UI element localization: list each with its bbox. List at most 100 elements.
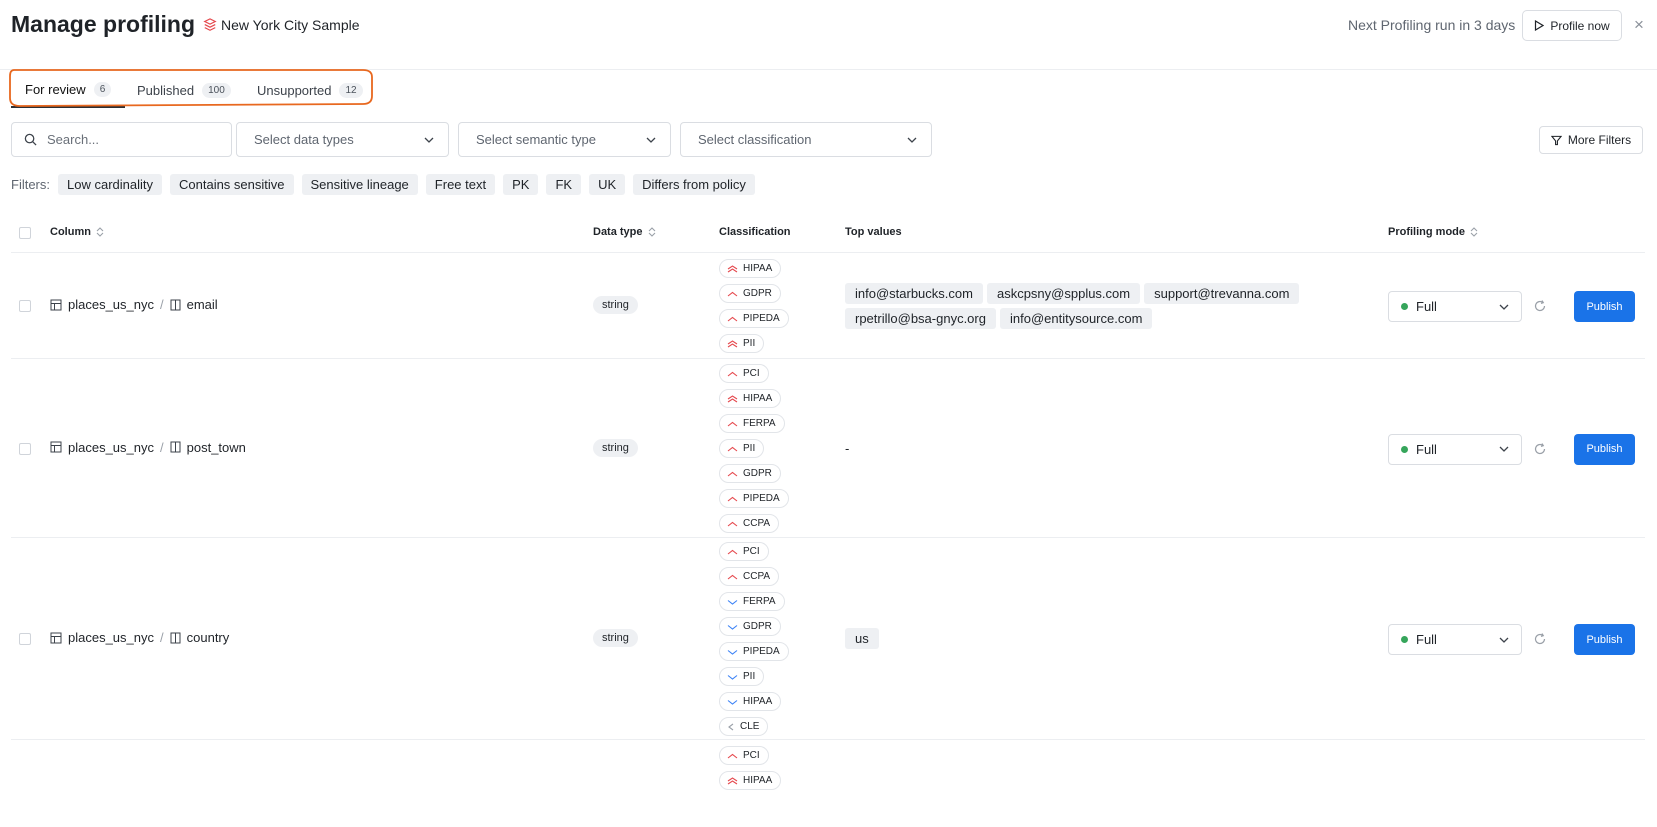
filter-chip-fk[interactable]: FK	[546, 173, 582, 195]
filter-chip-uk[interactable]: UK	[589, 173, 626, 195]
classification-tag[interactable]: GDPR	[719, 617, 781, 636]
profiling-mode-value: Full	[1416, 441, 1437, 457]
status-dot	[1401, 445, 1408, 453]
select-data-types[interactable]: Select data types	[236, 122, 449, 157]
sensitivity-level-icon	[727, 421, 738, 427]
filter-toolbar: Select data types Select semantic type S…	[0, 122, 1657, 158]
classification-tag[interactable]: PII	[719, 334, 765, 353]
top-values-list: info@starbucks.com askcpsny@spplus.com sup…	[845, 283, 1305, 329]
classification-label: CLE	[740, 721, 760, 732]
top-value-chip: support@trevanna.com	[1144, 283, 1300, 304]
classification-list: PCI CCPA FERPA GDPR PIPEDA PII HIPAA CLE	[719, 542, 789, 736]
classification-tag[interactable]: PIPEDA	[719, 309, 789, 328]
refresh-icon[interactable]	[1533, 632, 1549, 648]
tab-count: 12	[339, 82, 363, 98]
classification-tag[interactable]: CCPA	[719, 567, 780, 586]
classification-tag[interactable]: FERPA	[719, 414, 785, 433]
classification-tag[interactable]: PII	[719, 439, 765, 458]
select-all-checkbox[interactable]	[19, 227, 31, 239]
chevron-down-icon	[1499, 446, 1509, 452]
filter-chip-contains-sensitive[interactable]: Contains sensitive	[170, 173, 294, 195]
classification-tag[interactable]: PIPEDA	[719, 489, 789, 508]
classification-tag[interactable]: GDPR	[719, 284, 781, 303]
tab-published[interactable]: Published 100	[123, 72, 245, 108]
search-box[interactable]	[11, 122, 232, 157]
publish-button[interactable]: Publish	[1574, 624, 1635, 655]
classification-tag[interactable]: PIPEDA	[719, 642, 789, 661]
column-header-column[interactable]: Column	[50, 226, 104, 238]
quick-filters: Filters: Low cardinality Contains sensit…	[11, 173, 755, 195]
profile-now-button[interactable]: Profile now	[1522, 10, 1622, 41]
sensitivity-level-icon	[727, 649, 738, 655]
dataset-label[interactable]: New York City Sample	[203, 17, 360, 33]
filter-chip-free-text[interactable]: Free text	[425, 173, 496, 195]
publish-button[interactable]: Publish	[1574, 433, 1635, 465]
sensitivity-level-icon	[727, 496, 738, 502]
classification-tag[interactable]: PCI	[719, 746, 769, 765]
sort-icon	[96, 227, 104, 237]
sensitivity-level-icon	[727, 394, 738, 403]
profiling-mode-value: Full	[1416, 632, 1437, 647]
classification-tag[interactable]: CLE	[719, 717, 769, 736]
classification-tag[interactable]: GDPR	[719, 464, 781, 483]
table-icon	[50, 299, 62, 311]
row-checkbox[interactable]	[19, 442, 31, 455]
classification-label: PIPEDA	[743, 313, 780, 324]
select-classification[interactable]: Select classification	[680, 122, 932, 157]
classification-label: PII	[743, 443, 756, 454]
select-semantic-type[interactable]: Select semantic type	[458, 122, 671, 157]
classification-label: PIPEDA	[743, 493, 780, 504]
sensitivity-level-icon	[727, 723, 735, 731]
refresh-icon[interactable]	[1533, 442, 1549, 458]
tab-for-review[interactable]: For review 6	[11, 72, 126, 108]
filter-chip-low-cardinality[interactable]: Low cardinality	[58, 173, 162, 195]
chevron-down-icon	[646, 137, 656, 143]
classification-label: HIPAA	[743, 775, 773, 786]
tab-unsupported[interactable]: Unsupported 12	[243, 72, 377, 108]
top-value-chip: rpetrillo@bsa-gnyc.org	[845, 308, 996, 329]
filter-chip-differs-from-policy[interactable]: Differs from policy	[633, 173, 755, 195]
column-cell: places_us_nyc / post_town	[50, 440, 246, 455]
tab-count: 100	[202, 82, 231, 98]
search-input[interactable]	[47, 132, 217, 147]
classification-tag[interactable]: HIPAA	[719, 389, 782, 408]
dataset-name: New York City Sample	[221, 17, 360, 33]
classification-tag[interactable]: HIPAA	[719, 259, 782, 278]
header-label: Column	[50, 226, 91, 238]
tab-label: Unsupported	[257, 82, 332, 98]
profiling-mode-select[interactable]: Full	[1388, 624, 1522, 655]
filter-icon	[1550, 135, 1562, 145]
next-run-text: Next Profiling run in 3 days	[1348, 17, 1516, 33]
play-icon	[1535, 20, 1545, 31]
top-value-chip: us	[845, 628, 879, 649]
publish-button[interactable]: Publish	[1574, 291, 1635, 322]
column-header-profiling-mode[interactable]: Profiling mode	[1388, 226, 1478, 238]
classification-list: HIPAA GDPR PIPEDA PII	[719, 259, 789, 353]
column-header-data-type[interactable]: Data type	[593, 226, 656, 238]
row-checkbox[interactable]	[19, 300, 31, 312]
profiling-mode-select[interactable]: Full	[1388, 433, 1522, 465]
classification-tag[interactable]: FERPA	[719, 592, 785, 611]
classification-tag[interactable]: CCPA	[719, 514, 780, 533]
filter-chip-sensitive-lineage[interactable]: Sensitive lineage	[301, 173, 418, 195]
refresh-icon[interactable]	[1533, 299, 1549, 315]
header-label: Classification	[719, 226, 791, 238]
sensitivity-level-icon	[727, 549, 738, 555]
sensitivity-level-icon	[727, 371, 738, 377]
column-cell: places_us_nyc / country	[50, 630, 229, 645]
classification-label: GDPR	[743, 468, 772, 479]
classification-tag[interactable]: PII	[719, 667, 765, 686]
classification-label: CCPA	[743, 571, 771, 582]
classification-tag[interactable]: PCI	[719, 364, 769, 383]
classification-tag[interactable]: HIPAA	[719, 771, 782, 790]
row-checkbox[interactable]	[19, 633, 31, 645]
search-icon	[24, 133, 37, 146]
close-icon[interactable]: ×	[1634, 15, 1644, 35]
filter-chip-pk[interactable]: PK	[503, 173, 539, 195]
profiling-mode-select[interactable]: Full	[1388, 291, 1522, 322]
more-filters-button[interactable]: More Filters	[1539, 126, 1643, 154]
data-type-badge: string	[593, 296, 638, 314]
classification-tag[interactable]: HIPAA	[719, 692, 782, 711]
select-classification-label: Select classification	[698, 132, 812, 147]
classification-tag[interactable]: PCI	[719, 542, 769, 561]
